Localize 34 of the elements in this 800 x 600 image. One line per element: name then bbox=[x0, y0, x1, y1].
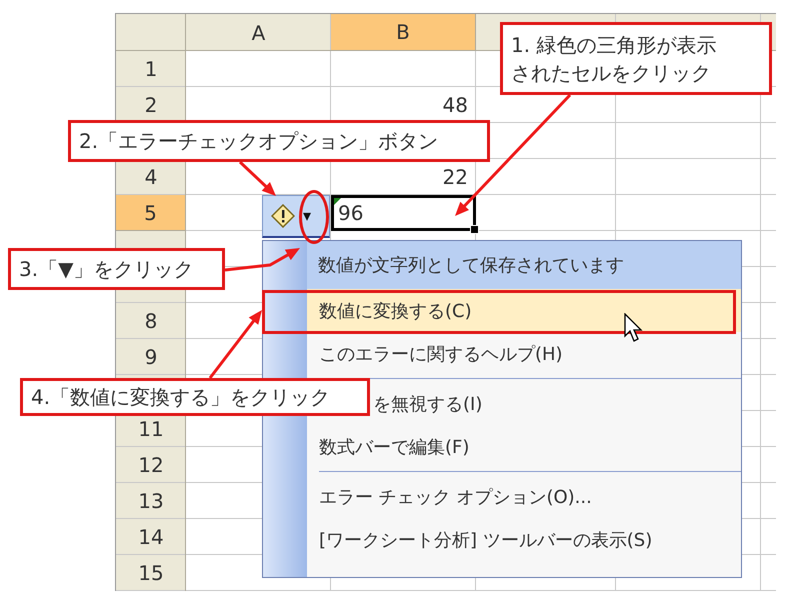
row-header[interactable]: 9 bbox=[144, 347, 158, 367]
row-header[interactable]: 13 bbox=[138, 491, 164, 511]
warning-icon bbox=[271, 204, 295, 228]
menu-item[interactable]: エラー チェック オプション(O)... bbox=[307, 475, 741, 518]
row-header[interactable]: 5 bbox=[116, 195, 186, 231]
dropdown-arrow[interactable]: ▾ bbox=[303, 208, 312, 224]
row-header[interactable]: 12 bbox=[138, 455, 164, 475]
menu-item[interactable]: このエラーに関するヘルプ(H) bbox=[307, 332, 741, 375]
row-header[interactable]: 15 bbox=[138, 563, 164, 583]
menu-item[interactable]: [ワークシート分析] ツールバーの表示(S) bbox=[307, 518, 741, 561]
menu-item[interactable]: を無視する(I) bbox=[373, 382, 741, 425]
callout-arrow bbox=[208, 310, 262, 379]
fill-handle[interactable] bbox=[470, 225, 479, 234]
table-cell[interactable]: 22 bbox=[442, 167, 468, 187]
row-header[interactable]: 4 bbox=[144, 167, 158, 187]
table-cell[interactable]: 96 bbox=[331, 195, 476, 231]
column-header[interactable]: B bbox=[331, 14, 476, 51]
mouse-pointer-icon bbox=[624, 313, 644, 343]
callout-label: 3.「▼」をクリック bbox=[8, 248, 225, 290]
column-header[interactable]: A bbox=[252, 22, 266, 42]
error-options-button[interactable]: ▾ bbox=[262, 195, 330, 238]
callout-label: 1. 緑色の三角形が表示されたセルをクリック bbox=[500, 22, 772, 95]
menu-title: 数値が文字列として保存されています bbox=[306, 241, 741, 289]
menu-item[interactable]: 数式バーで編集(F) bbox=[307, 425, 741, 468]
callout-label: 4.「数値に変換する」をクリック bbox=[20, 378, 370, 416]
row-header[interactable]: 2 bbox=[144, 95, 158, 115]
callout-label: 2.「エラーチェックオプション」ボタン bbox=[68, 120, 490, 162]
table-cell[interactable]: 48 bbox=[442, 95, 468, 115]
row-header[interactable]: 1 bbox=[144, 59, 158, 79]
row-header[interactable]: 14 bbox=[138, 527, 164, 547]
row-header[interactable]: 11 bbox=[138, 419, 164, 439]
callout-arrow bbox=[238, 160, 276, 196]
highlight-ellipse bbox=[299, 190, 329, 244]
row-header[interactable]: 8 bbox=[144, 311, 158, 331]
